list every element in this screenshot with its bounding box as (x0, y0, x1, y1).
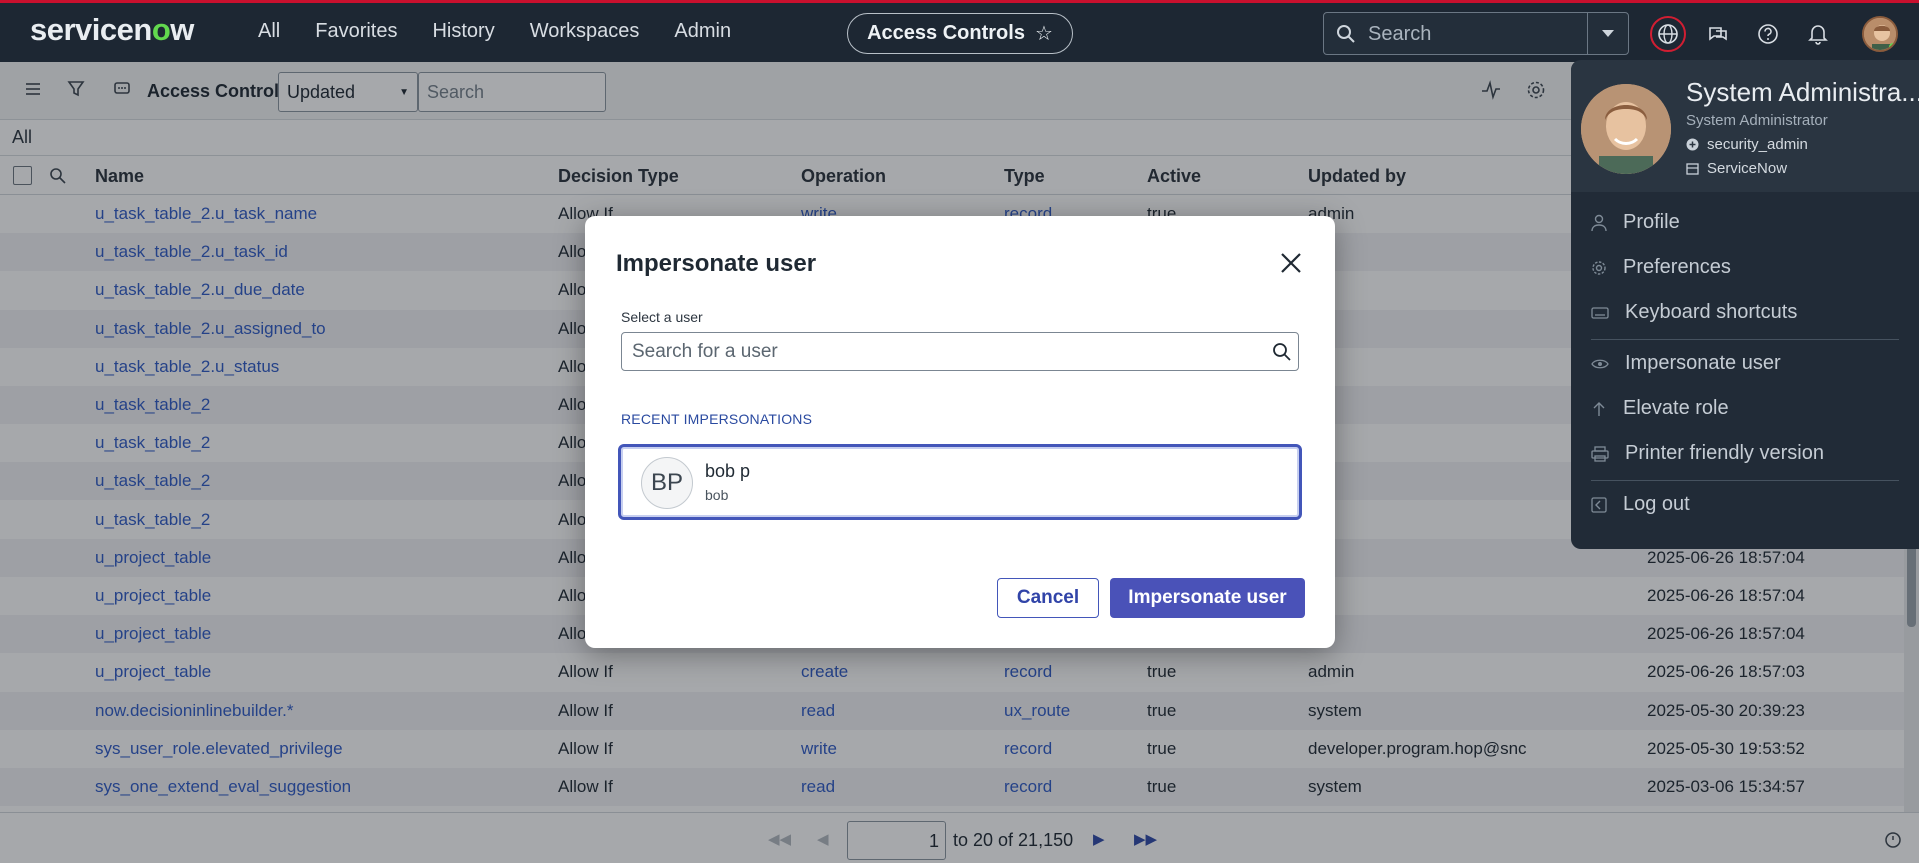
user-role-label: security_admin (1707, 136, 1808, 153)
menu-item-label: Impersonate user (1625, 352, 1781, 374)
help-icon[interactable] (1750, 16, 1786, 52)
impersonate-user-button[interactable]: Impersonate user (1110, 578, 1305, 618)
star-icon[interactable]: ☆ (1035, 21, 1053, 46)
user-company-label: ServiceNow (1707, 160, 1788, 177)
building-icon (1686, 163, 1699, 175)
gear-icon (1592, 260, 1606, 275)
menu-divider (1591, 480, 1899, 481)
nav-history[interactable]: History (432, 20, 494, 43)
user-search-input[interactable]: Search for a user (621, 332, 1299, 371)
nav-favorites[interactable]: Favorites (315, 20, 397, 43)
top-header: servicenow All Favorites History Workspa… (0, 0, 1919, 62)
eye-icon (1591, 359, 1609, 368)
menu-item-preferences[interactable]: Preferences (1591, 256, 1731, 279)
menu-divider (1591, 339, 1899, 340)
nav-workspaces[interactable]: Workspaces (530, 20, 640, 43)
global-search[interactable]: Search (1323, 12, 1629, 55)
context-pill[interactable]: Access Controls ☆ (847, 13, 1073, 54)
user-title: System Administrator (1686, 112, 1828, 129)
menu-item-keyboard-shortcuts[interactable]: Keyboard shortcuts (1591, 301, 1797, 324)
menu-item-log-out[interactable]: Log out (1591, 493, 1690, 516)
user-avatar-button[interactable] (1862, 16, 1898, 52)
menu-item-label: Log out (1623, 493, 1690, 515)
select-user-label: Select a user (621, 309, 703, 325)
arrow-up-icon (1593, 401, 1605, 416)
menu-item-elevate-role[interactable]: Elevate role (1591, 397, 1729, 420)
global-search-placeholder: Search (1368, 23, 1432, 45)
menu-item-label: Keyboard shortcuts (1625, 301, 1798, 323)
user-menu-dropdown: System Administra... System Administrato… (1571, 60, 1919, 549)
recent-user-name: bob p (705, 461, 751, 481)
user-role: security_admin (1686, 136, 1808, 153)
bell-icon[interactable] (1800, 16, 1836, 52)
recent-impersonations-heading: RECENT IMPERSONATIONS (621, 411, 813, 427)
avatar (1864, 18, 1896, 50)
context-pill-label: Access Controls (867, 22, 1025, 44)
impersonate-user-dialog: Impersonate user Select a user Search fo… (585, 216, 1335, 648)
menu-item-printer-friendly[interactable]: Printer friendly version (1591, 442, 1824, 465)
logout-icon (1591, 496, 1607, 513)
person-icon (1591, 214, 1607, 231)
search-scope-dropdown[interactable] (1587, 13, 1628, 54)
cancel-button[interactable]: Cancel (997, 578, 1099, 618)
servicenow-logo[interactable]: servicenow (30, 12, 194, 48)
globe-icon[interactable] (1650, 16, 1686, 52)
printer-icon (1591, 445, 1609, 462)
search-icon[interactable] (1272, 342, 1292, 362)
user-search-placeholder: Search for a user (632, 341, 778, 362)
user-menu-header: System Administra... System Administrato… (1571, 60, 1919, 192)
user-company: ServiceNow (1686, 160, 1787, 177)
main-nav: All Favorites History Workspaces Admin (258, 20, 766, 43)
chevron-down-icon (1602, 29, 1614, 37)
recent-user-id: bob (705, 487, 729, 503)
menu-item-label: Preferences (1623, 256, 1731, 278)
menu-item-impersonate-user[interactable]: Impersonate user (1591, 352, 1781, 375)
nav-admin[interactable]: Admin (674, 20, 731, 43)
nav-all[interactable]: All (258, 20, 280, 43)
menu-item-profile[interactable]: Profile (1591, 211, 1680, 234)
search-icon (1337, 25, 1355, 43)
chat-icon[interactable] (1700, 16, 1736, 52)
menu-item-label: Elevate role (1623, 397, 1729, 419)
menu-item-label: Profile (1623, 211, 1680, 233)
user-display-name: System Administra... (1686, 77, 1919, 107)
plus-circle-icon (1686, 138, 1699, 151)
recent-user-card[interactable]: BP bob p bob (618, 444, 1302, 520)
keyboard-icon (1591, 306, 1609, 319)
close-icon[interactable] (1276, 248, 1306, 278)
menu-item-label: Printer friendly version (1625, 442, 1824, 464)
user-initials-avatar: BP (641, 457, 693, 509)
user-photo (1581, 84, 1671, 174)
dialog-title: Impersonate user (616, 250, 817, 277)
